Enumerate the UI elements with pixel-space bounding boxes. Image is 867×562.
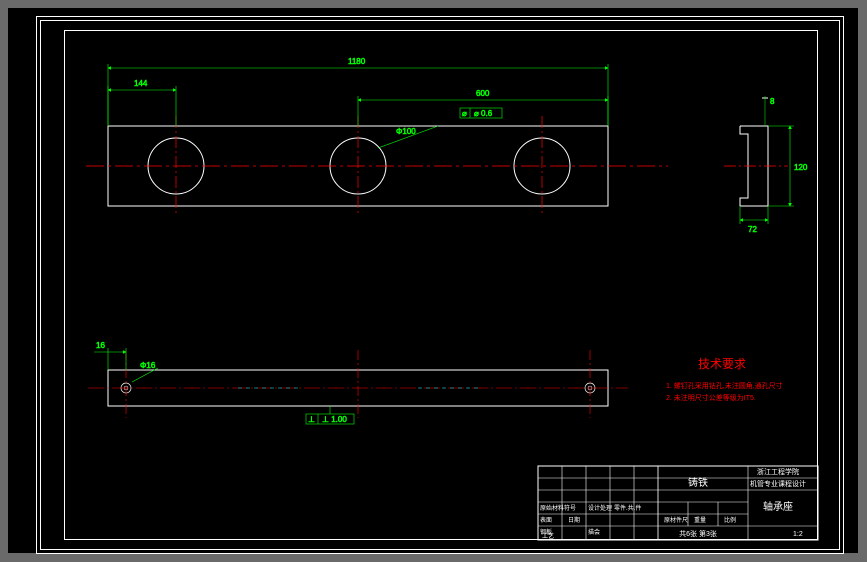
svg-text:⌀: ⌀ <box>462 109 467 118</box>
notes-heading: 技术要求 <box>698 357 746 371</box>
gdt-top: ⌀ 0.6 <box>474 109 493 118</box>
tb-right-top2: 机管专业课程设计 <box>750 479 806 488</box>
title-block: 铸铁 浙江工程学院 机管专业课程设计 轴承座 1:2 共6张 第3张 原始材料符… <box>538 466 818 540</box>
tb-right-top1: 浙江工程学院 <box>757 467 799 476</box>
tb-r2c1: 表面 <box>540 516 552 524</box>
dim-bottom-left: 16 <box>96 341 105 350</box>
dim-side-top: 8 <box>770 97 775 106</box>
svg-text:⊥: ⊥ <box>308 415 315 424</box>
tb-r2c4: 重量 <box>694 516 706 524</box>
tb-r2c2: 日期 <box>568 516 580 524</box>
dim-bottom-hole: Φ16 <box>140 361 156 370</box>
dim-right-span: 600 <box>476 89 490 98</box>
dim-overall-length: 1180 <box>348 57 366 66</box>
notes-line1: 1. 螺钉孔采用钻孔,未注圆角,通孔尺寸 <box>666 381 783 390</box>
dimensions-bottom: 16 Φ16 ⊥ ⊥ 1.00 <box>94 341 354 424</box>
gdt-bottom: ⊥ 1.00 <box>322 415 347 424</box>
dim-left-offset: 144 <box>134 79 148 88</box>
tb-r3c2: 描会 <box>588 528 600 536</box>
dim-side-bottom: 72 <box>748 225 757 234</box>
tech-notes: 技术要求 1. 螺钉孔采用钻孔,未注圆角,通孔尺寸 2. 未注明尺寸公差等级为I… <box>666 357 783 402</box>
bottom-view <box>88 350 628 418</box>
tb-material: 铸铁 <box>688 476 708 489</box>
tb-r2c5: 比例 <box>724 516 736 524</box>
dimensions-side: 8 120 72 <box>740 97 808 234</box>
dim-hole-dia: Φ100 <box>396 127 416 136</box>
tb-scale: 1:2 <box>793 531 803 538</box>
top-front-view <box>86 116 668 216</box>
tb-r1c1: 原始材料符号 <box>540 504 576 512</box>
dim-side-right: 120 <box>794 163 808 172</box>
side-view <box>724 96 788 206</box>
drawing-svg: 1180 144 600 ⌀ 0.6 ⌀ Φ100 8 <box>8 8 858 553</box>
cad-viewport: 1180 144 600 ⌀ 0.6 ⌀ Φ100 8 <box>8 8 858 553</box>
tb-r2c3: 原材件尺 <box>664 516 688 524</box>
tb-r4c1: 工艺 <box>542 532 554 540</box>
notes-line2: 2. 未注明尺寸公差等级为IT5. <box>666 393 756 402</box>
tb-part-number: 共6张 第3张 <box>679 529 717 538</box>
tb-r1c2: 设计处理 <box>588 504 612 512</box>
tb-part-name: 轴承座 <box>763 500 793 513</box>
dimensions-top: 1180 144 600 ⌀ 0.6 ⌀ Φ100 <box>108 57 608 148</box>
tb-r1c3: 零件.共.件 <box>614 504 641 512</box>
